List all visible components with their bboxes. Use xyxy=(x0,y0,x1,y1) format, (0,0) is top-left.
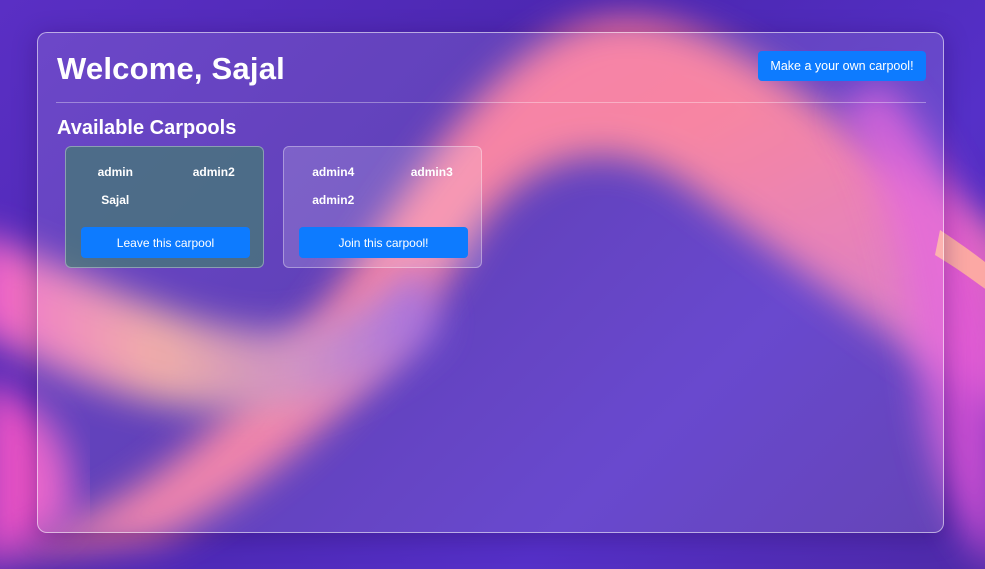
member-name: admin2 xyxy=(192,165,235,179)
dashboard-panel: Welcome, Sajal Make a your own carpool! … xyxy=(37,32,944,533)
welcome-heading: Welcome, Sajal xyxy=(57,51,285,86)
carpool-card: admin admin2 Sajal Leave this carpool xyxy=(65,146,264,268)
member-list: admin admin2 Sajal xyxy=(66,165,263,208)
member-name: admin2 xyxy=(312,193,355,207)
member-name: admin xyxy=(97,165,133,179)
header-divider xyxy=(56,102,926,103)
carpool-card: admin4 admin3 admin2 Join this carpool! xyxy=(283,146,482,268)
leave-carpool-button[interactable]: Leave this carpool xyxy=(81,227,250,258)
member-name: admin4 xyxy=(312,165,355,179)
available-carpools-heading: Available Carpools xyxy=(57,117,237,139)
member-name: admin3 xyxy=(410,165,453,179)
member-name: Sajal xyxy=(101,193,130,207)
make-carpool-button[interactable]: Make a your own carpool! xyxy=(758,51,926,81)
join-carpool-button[interactable]: Join this carpool! xyxy=(299,227,468,258)
member-list: admin4 admin3 admin2 xyxy=(284,165,481,208)
